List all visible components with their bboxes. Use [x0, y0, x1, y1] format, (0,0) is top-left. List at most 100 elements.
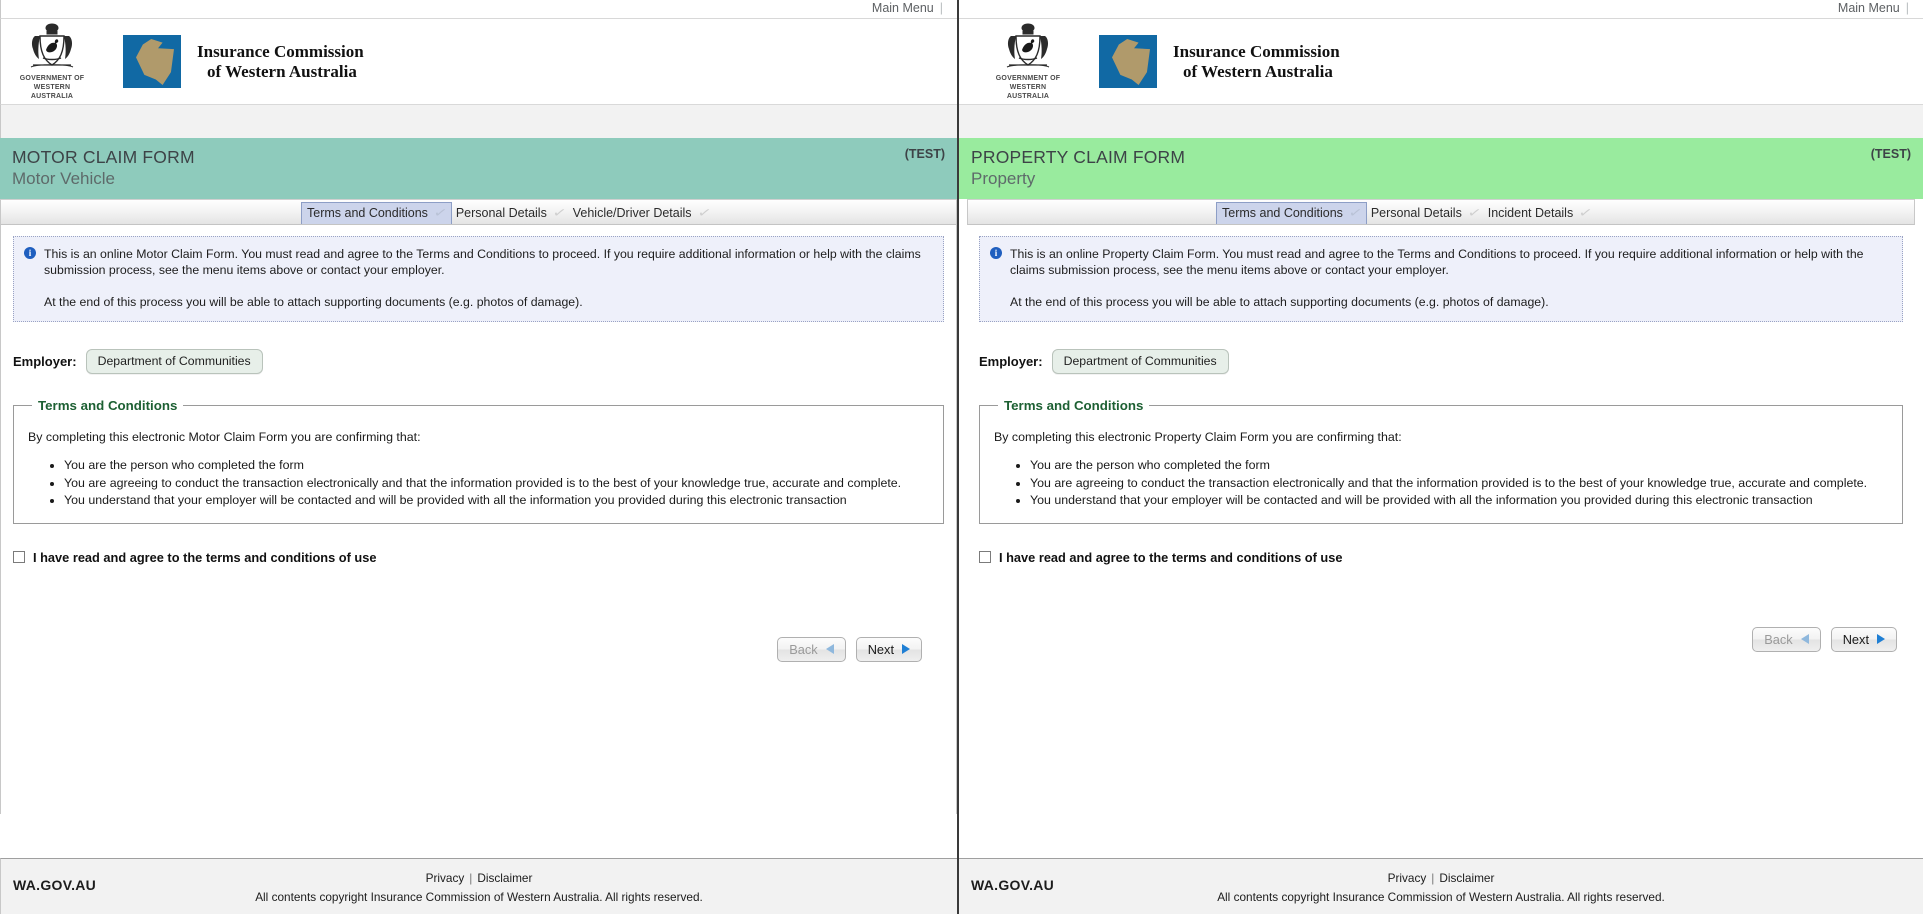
tab-terms-and-conditions[interactable]: Terms and Conditions ✓ [1216, 201, 1367, 224]
terms-list: You are the person who completed the for… [994, 457, 1888, 509]
next-button[interactable]: Next [1830, 626, 1897, 652]
info-notice: i This is an online Motor Claim Form. Yo… [13, 236, 944, 322]
privacy-link[interactable]: Privacy [426, 871, 465, 885]
footer-center: Privacy | Disclaimer All contents copyrigh… [1, 869, 957, 906]
wa-government-crest: GOVERNMENT OF WESTERN AUSTRALIA [15, 22, 89, 102]
terms-legend: Terms and Conditions [1004, 398, 1144, 413]
footer-separator: | [1431, 871, 1435, 885]
footer: WA.GOV.AU Privacy | Disclaimer All content… [959, 858, 1923, 914]
notice-paragraph-1: This is an online Property Claim Form. Y… [1010, 247, 1864, 277]
back-button-label: Back [1764, 631, 1793, 647]
terms-legend: Terms and Conditions [38, 398, 178, 413]
check-icon: ✓ [551, 203, 568, 221]
wa-map-shape-icon [136, 39, 174, 85]
info-icon: i [990, 247, 1002, 259]
form-content: i This is an online Motor Claim Form. Yo… [0, 225, 957, 814]
check-icon: ✓ [432, 204, 449, 221]
brand-header: GOVERNMENT OF WESTERN AUSTRALIA Insuranc… [959, 19, 1923, 105]
dual-panel-screenshot: Main Menu | GOVERNMENT OF WESTERN AUSTRA… [0, 0, 1923, 914]
main-menu-link[interactable]: Main Menu | [872, 1, 943, 15]
tab-label: Vehicle/Driver Details [572, 205, 692, 220]
terms-fieldset: Terms and Conditions By completing this … [13, 398, 944, 524]
employer-label: Employer: [979, 354, 1043, 369]
employer-row: Employer: Department of Communities [13, 349, 944, 374]
icwa-logo [123, 35, 181, 88]
form-subtitle: Motor Vehicle [12, 169, 115, 188]
agree-label: I have read and agree to the terms and c… [33, 549, 377, 565]
agree-row[interactable]: I have read and agree to the terms and c… [13, 550, 944, 565]
crest-icon [1006, 23, 1050, 68]
tab-incident-details[interactable]: Incident Details ✓ [1484, 202, 1595, 223]
notice-paragraph-1: This is an online Motor Claim Form. You … [44, 247, 921, 277]
wa-map-shape-icon [1112, 39, 1150, 85]
main-menu-label: Main Menu [1837, 1, 1900, 15]
tab-label: Personal Details [455, 205, 547, 220]
header-spacer [959, 105, 1923, 138]
form-banner: MOTOR CLAIM FORM Motor Vehicle (TEST) [0, 138, 957, 199]
org-line-1: Insurance Commission [197, 41, 364, 61]
wa-government-crest: GOVERNMENT OF WESTERN AUSTRALIA [991, 22, 1065, 102]
top-bar: Main Menu | [0, 0, 957, 19]
organisation-name: Insurance Commission of Western Australi… [197, 42, 364, 82]
crest-line-2: WESTERN AUSTRALIA [1006, 84, 1050, 100]
org-line-2: of Western Australia [1183, 61, 1333, 81]
form-subtitle: Property [971, 169, 1036, 188]
terms-item: You understand that your employer will b… [1030, 492, 1888, 509]
tab-label: Incident Details [1487, 205, 1574, 220]
disclaimer-link[interactable]: Disclaimer [477, 871, 532, 885]
next-button[interactable]: Next [855, 636, 922, 662]
crest-icon [30, 23, 74, 68]
notice-paragraph-2: At the end of this process you will be a… [44, 295, 583, 309]
arrow-right-icon [1877, 634, 1885, 644]
navigation-buttons: Back Next [979, 626, 1903, 652]
next-button-label: Next [867, 641, 894, 657]
menu-separator: | [1905, 1, 1909, 15]
agree-checkbox[interactable] [979, 551, 991, 563]
agree-label: I have read and agree to the terms and c… [999, 549, 1343, 565]
tab-vehicle-driver-details[interactable]: Vehicle/Driver Details ✓ [569, 202, 714, 223]
notice-paragraph-2: At the end of this process you will be a… [1010, 295, 1549, 309]
back-button[interactable]: Back [777, 636, 846, 662]
agree-row[interactable]: I have read and agree to the terms and c… [979, 550, 1903, 565]
main-menu-link[interactable]: Main Menu | [1838, 1, 1909, 15]
copyright-text: All contents copyright Insurance Commiss… [255, 890, 703, 904]
org-line-2: of Western Australia [207, 61, 357, 81]
main-menu-label: Main Menu [871, 1, 934, 15]
check-icon: ✓ [1347, 204, 1364, 221]
navigation-buttons: Back Next [13, 636, 944, 662]
terms-item: You are agreeing to conduct the transact… [64, 475, 929, 492]
tab-label: Personal Details [1370, 205, 1462, 220]
tab-label: Terms and Conditions [307, 206, 428, 220]
menu-separator: | [939, 1, 943, 15]
disclaimer-link[interactable]: Disclaimer [1439, 871, 1494, 885]
copyright-text: All contents copyright Insurance Commiss… [1217, 890, 1665, 904]
form-content: i This is an online Property Claim Form.… [959, 225, 1923, 814]
tab-personal-details[interactable]: Personal Details ✓ [452, 202, 569, 223]
organisation-name: Insurance Commission of Western Australi… [1173, 42, 1340, 82]
org-line-1: Insurance Commission [1173, 41, 1340, 61]
terms-item: You are agreeing to conduct the transact… [1030, 475, 1888, 492]
back-button[interactable]: Back [1752, 626, 1821, 652]
check-icon: ✓ [696, 203, 713, 221]
info-icon: i [24, 247, 36, 259]
tab-strip: Terms and Conditions ✓ Personal Details … [967, 199, 1915, 225]
employer-value: Department of Communities [85, 349, 263, 374]
tab-terms-and-conditions[interactable]: Terms and Conditions ✓ [301, 201, 452, 224]
terms-fieldset: Terms and Conditions By completing this … [979, 398, 1903, 524]
agree-checkbox[interactable] [13, 551, 25, 563]
terms-list: You are the person who completed the for… [28, 457, 929, 509]
footer-center: Privacy | Disclaimer All contents copyrigh… [959, 869, 1923, 906]
crest-line-1: GOVERNMENT OF [995, 74, 1061, 82]
property-claim-form-panel: Main Menu | GOVERNMENT OF WESTERN AUSTRA… [959, 0, 1923, 914]
terms-intro: By completing this electronic Motor Clai… [28, 430, 421, 444]
arrow-left-icon [1800, 634, 1809, 644]
form-banner: PROPERTY CLAIM FORM Property (TEST) [959, 138, 1923, 199]
terms-item: You understand that your employer will b… [64, 492, 929, 509]
employer-row: Employer: Department of Communities [979, 349, 1903, 374]
tab-label: Terms and Conditions [1222, 206, 1343, 220]
tab-personal-details[interactable]: Personal Details ✓ [1367, 202, 1484, 223]
footer: WA.GOV.AU Privacy | Disclaimer All content… [0, 858, 957, 914]
test-tag: (TEST) [904, 147, 945, 161]
privacy-link[interactable]: Privacy [1388, 871, 1427, 885]
icwa-logo [1099, 35, 1157, 88]
